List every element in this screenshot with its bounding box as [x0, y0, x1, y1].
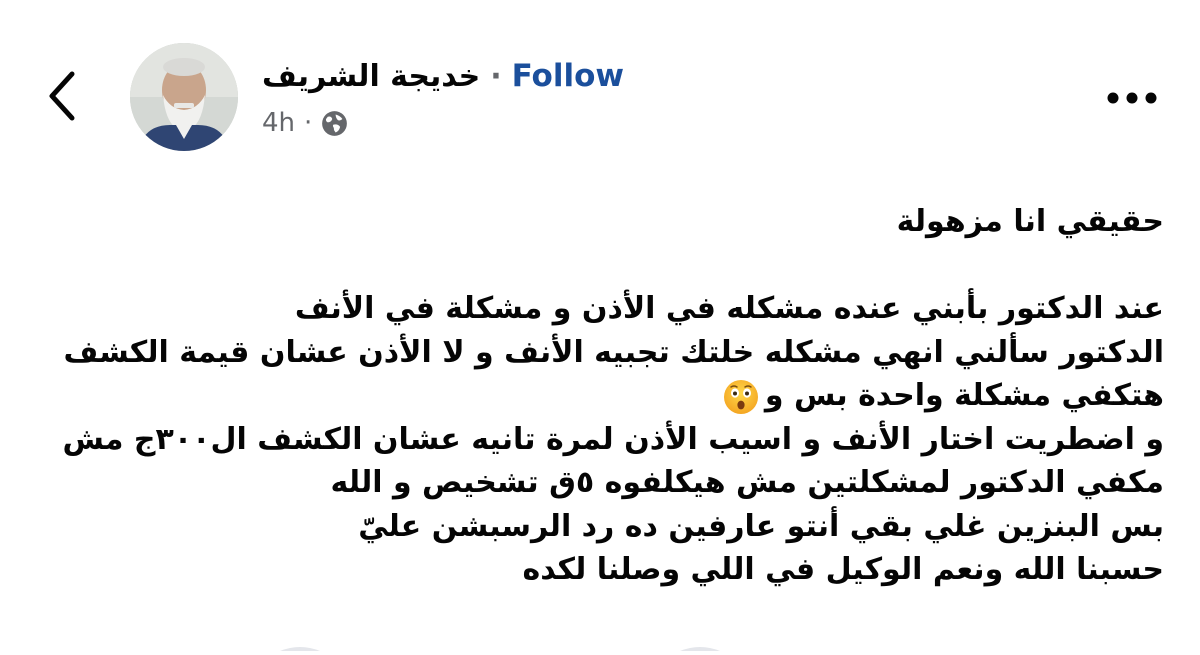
- post-line-text: هتكفي مشكلة واحدة بس و: [764, 378, 1164, 413]
- author-line: خديجة الشريف · Follow: [262, 54, 624, 98]
- more-horizontal-icon: [1107, 92, 1157, 104]
- follow-button[interactable]: Follow: [512, 58, 624, 94]
- post-header: خديجة الشريف · Follow 4h ·: [0, 0, 1200, 170]
- globe-icon: [321, 110, 348, 137]
- back-button[interactable]: [38, 66, 88, 126]
- post-text: حقيقي انا مزهولة عند الدكتور بأبني عنده …: [62, 200, 1165, 592]
- author-avatar[interactable]: [130, 43, 238, 151]
- author-name[interactable]: خديجة الشريف: [262, 59, 480, 94]
- post-line: هتكفي مشكلة واحدة بس و: [84, 374, 1164, 418]
- post-line: بس البنزين غلي بقي أنتو عارفين ده رد الر…: [358, 508, 1164, 544]
- meta-separator: ·: [304, 108, 313, 138]
- avatar-image: [130, 43, 238, 151]
- name-separator: ·: [490, 58, 502, 94]
- chevron-left-icon: [49, 71, 75, 121]
- astonished-face-icon: [723, 379, 759, 415]
- post-line: عند الدكتور بأبني عنده مشكله في الأذن و …: [294, 291, 1164, 326]
- post-timestamp[interactable]: 4h: [262, 108, 295, 138]
- post-line: مكفي الدكتور لمشكلتين مش هيكلفوه ٥ق تشخي…: [330, 465, 1164, 500]
- post-line: الدكتور سألني انهي مشكله خلتك تجبيه الأن…: [63, 334, 1164, 370]
- reactions-bar-edge: [0, 636, 1200, 651]
- post-meta: 4h ·: [262, 104, 348, 142]
- post-line: حقيقي انا مزهولة: [896, 204, 1164, 239]
- more-options-button[interactable]: [1102, 78, 1162, 118]
- post-line: و اضطريت اختار الأنف و اسيب الأذن لمرة ت…: [62, 421, 1165, 457]
- post-line: حسبنا الله ونعم الوكيل في اللي وصلنا لكد…: [522, 552, 1164, 587]
